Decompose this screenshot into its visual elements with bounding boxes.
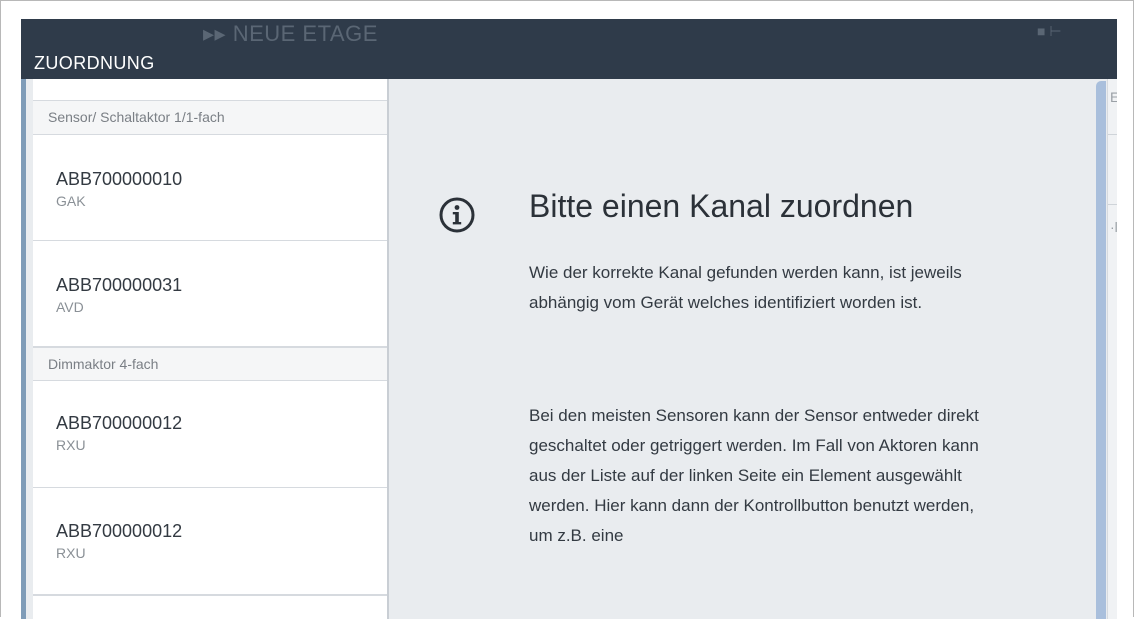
list-item-device[interactable]: ABB700000031 AVD xyxy=(33,241,387,347)
app-window: ▸▸ NEUE ETAGE ■ ⊢ ZUORDNUNG Sensor/ Scha… xyxy=(21,19,1117,619)
list-item-device[interactable]: ABB700000010 GAK xyxy=(33,135,387,241)
divider xyxy=(1108,204,1117,205)
instruction-paragraph: Wie der korrekte Kanal gefunden werden k… xyxy=(529,263,962,312)
left-accent-strip xyxy=(21,79,26,619)
background-header-control: ■ ⊢ xyxy=(1037,23,1062,39)
background-page-sliver: E ·l xyxy=(1107,79,1117,619)
device-type: GAK xyxy=(56,193,86,209)
list-item-device[interactable]: ABB700000012 RXU xyxy=(33,488,387,595)
detail-panel: Bitte einen Kanal zuordnen Wie der korre… xyxy=(389,81,1096,619)
group-header: Dimmaktor 4-fach xyxy=(33,347,387,381)
device-id: ABB700000010 xyxy=(56,169,183,189)
device-id: ABB700000012 xyxy=(56,521,183,541)
list-item-device[interactable] xyxy=(33,595,387,619)
device-id: ABB700000031 xyxy=(56,275,183,295)
detail-scrollbar[interactable] xyxy=(1096,81,1106,619)
device-list[interactable]: Sensor/ Schaltaktor 1/1-fach ABB70000001… xyxy=(33,79,389,619)
dialog-header: ▸▸ NEUE ETAGE ■ ⊢ ZUORDNUNG xyxy=(21,19,1117,79)
background-text: ·l xyxy=(1110,219,1117,235)
dialog-title: ZUORDNUNG xyxy=(34,53,155,73)
device-type: AVD xyxy=(56,299,84,315)
device-type: RXU xyxy=(56,545,86,561)
screenshot-frame: ▸▸ NEUE ETAGE ■ ⊢ ZUORDNUNG Sensor/ Scha… xyxy=(0,0,1134,619)
device-id: ABB700000012 xyxy=(56,413,183,433)
list-item-device[interactable]: ABB700000012 RXU xyxy=(33,381,387,488)
info-icon xyxy=(439,197,475,233)
instruction-paragraph: Bei den meisten Sensoren kann der Sensor… xyxy=(529,406,979,545)
detail-title: Bitte einen Kanal zuordnen xyxy=(529,188,914,224)
background-text: E xyxy=(1110,89,1117,105)
background-page-title: ▸▸ NEUE ETAGE xyxy=(203,21,378,46)
device-type: RXU xyxy=(56,437,86,453)
divider xyxy=(1108,134,1117,135)
group-header: Sensor/ Schaltaktor 1/1-fach xyxy=(33,100,387,135)
